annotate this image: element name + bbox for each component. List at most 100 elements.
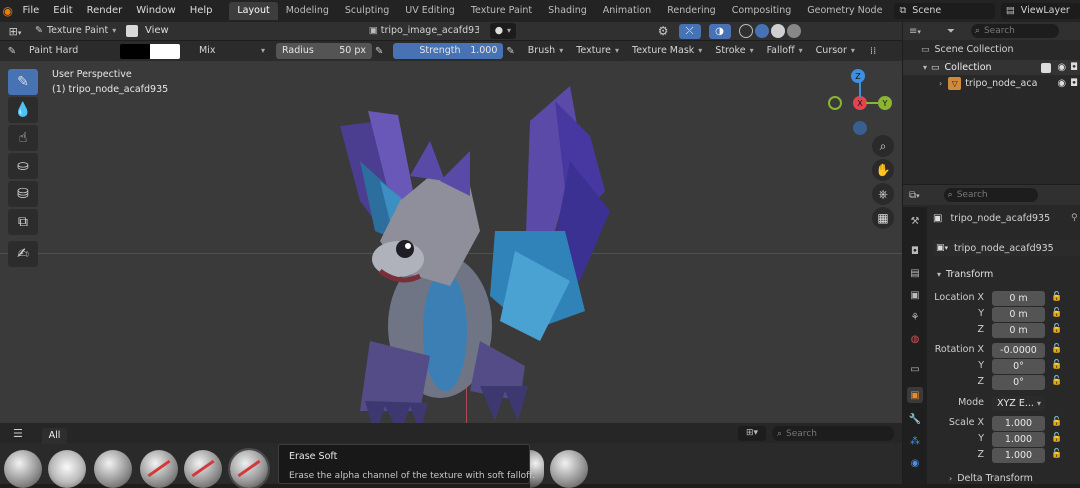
rotation-y-field[interactable]: 0° [992,359,1045,374]
camera-view-icon[interactable]: ⎈ [872,183,894,205]
xray-toggle-icon[interactable]: ⤬ [678,23,701,39]
view-layer-selector[interactable]: ▤ ViewLayer [1000,3,1080,19]
lock-icon[interactable]: 🔓 [1051,308,1062,318]
scene-selector[interactable]: ⧉ Scene [894,3,995,19]
menu-brush[interactable]: Brush ▾ [522,43,569,59]
tab-uv-editing[interactable]: UV Editing [397,2,463,20]
location-y-field[interactable]: 0 m [992,307,1045,322]
menu-window[interactable]: Window [129,0,182,22]
brush-selector[interactable]: Paint Hard [24,43,116,59]
material-shading-icon[interactable] [770,24,785,38]
erase-soft-brush[interactable] [228,448,270,488]
menu-falloff[interactable]: Falloff ▾ [761,43,808,59]
gizmo-z-axis[interactable]: Z [851,69,865,83]
soften-tool[interactable]: 💧 [8,97,38,123]
image-toggle-icon[interactable] [126,25,138,37]
scale-y-field[interactable]: 1.000 [992,432,1045,447]
outliner-row-scene-collection[interactable]: ▭ Scene Collection [921,44,1014,55]
erase-hard-pressure-brush[interactable] [184,450,222,488]
rotation-z-field[interactable]: 0° [992,375,1045,390]
view-options-icon[interactable]: ⚙ [658,24,669,38]
menu-render[interactable]: Render [80,0,130,22]
overlay-icon[interactable]: ◑ [708,23,731,39]
lock-icon[interactable]: 🔓 [1051,376,1062,386]
perspective-toggle-icon[interactable]: ▦ [872,207,894,229]
tab-texture-paint[interactable]: Texture Paint [463,2,540,20]
menu-view[interactable]: View [138,22,176,40]
lock-icon[interactable]: 🔓 [1051,344,1062,354]
tab-animation[interactable]: Animation [595,2,659,20]
brush-thumbnail-3[interactable] [94,450,132,488]
smear-tool[interactable]: ☝ [8,125,38,151]
outliner-search[interactable]: ⌕ Search [970,24,1059,38]
blender-logo-icon[interactable]: ◉ [0,4,16,18]
tab-sculpting[interactable]: Sculpting [337,2,397,20]
collapse-arrow-icon[interactable]: ▾ [923,63,927,72]
slot-selector[interactable]: ● ▾ [489,23,516,39]
lock-icon[interactable]: 🔓 [1051,449,1062,459]
delta-transform-header[interactable]: › Delta Transform [929,471,1080,485]
outliner-filter-icon[interactable]: ⏷ [947,26,955,37]
gizmo-y-axis[interactable]: Y [878,96,892,110]
exclude-checkbox-icon[interactable] [1041,62,1052,73]
brush-thumbnail-8[interactable] [550,450,588,488]
editor-type-icon[interactable]: ⊞▾ [0,25,30,38]
image-selector[interactable]: ▣ tripo_image_acafd935_0 [363,23,484,39]
visibility-eye-icon[interactable]: ◉ [1057,78,1066,89]
zoom-icon[interactable]: ⌕ [872,135,894,157]
menu-texture[interactable]: Texture ▾ [571,43,625,59]
lock-icon[interactable]: 🔓 [1051,433,1062,443]
rotation-x-field[interactable]: -0.0000 [992,343,1045,358]
menu-stroke[interactable]: Stroke ▾ [710,43,759,59]
menu-file[interactable]: File [16,0,47,22]
menu-help[interactable]: Help [183,0,220,22]
asset-search-input[interactable]: ⌕ Search [772,426,894,441]
brush-thumbnail-2[interactable] [48,450,86,488]
symmetry-icon[interactable]: ⁞⁞ [870,46,876,57]
tab-shading[interactable]: Shading [540,2,595,20]
wireframe-shading-icon[interactable] [738,24,753,38]
tab-modeling[interactable]: Modeling [278,2,337,20]
radius-pressure-icon[interactable]: ✎ [375,46,383,57]
menu-cursor[interactable]: Cursor ▾ [810,43,860,59]
rendered-shading-icon[interactable] [786,24,801,38]
erase-hard-brush[interactable] [140,450,178,488]
hamburger-menu-icon[interactable]: ☰ [13,427,23,440]
tab-geometry-nodes[interactable]: Geometry Node [799,2,890,20]
gizmo-neg-y-axis[interactable] [828,96,842,110]
lock-icon[interactable]: 🔓 [1051,292,1062,302]
brush-thumbnail-7[interactable] [530,450,544,488]
tab-layout[interactable]: Layout [229,2,278,20]
radius-slider[interactable]: Radius 50 px [276,43,372,59]
solid-shading-icon[interactable] [754,24,769,38]
color-primary-swatch[interactable] [120,43,150,59]
render-camera-icon[interactable]: ◘ [1070,78,1078,89]
3d-viewport[interactable]: ✎ 💧 ☝ ⛀ ⛁ ⧉ ✍ User Perspective (1) tripo… [0,61,902,441]
render-camera-icon[interactable]: ◘ [1070,62,1078,73]
strength-slider[interactable]: Strength 1.000 [393,43,504,59]
fill-tool[interactable]: ⛁ [8,181,38,207]
location-z-field[interactable]: 0 m [992,323,1045,338]
menu-edit[interactable]: Edit [46,0,79,22]
blend-mode-selector[interactable]: Mix ▾ [194,43,270,59]
outliner-row-object[interactable]: › ▽ tripo_node_aca ◉ ◘ [903,76,1080,91]
expand-arrow-icon[interactable]: › [939,79,942,88]
mode-selector[interactable]: ✎ Texture Paint ▾ [30,23,122,39]
tab-rendering[interactable]: Rendering [659,2,724,20]
gizmo-neg-z-axis[interactable] [853,121,867,135]
color-secondary-swatch[interactable] [150,43,180,59]
visibility-eye-icon[interactable]: ◉ [1057,62,1066,73]
scale-z-field[interactable]: 1.000 [992,448,1045,463]
menu-texture-mask[interactable]: Texture Mask ▾ [627,43,708,59]
draw-brush-tool[interactable]: ✎ [8,69,38,95]
rotation-mode-selector[interactable]: XYZ E... ▾ [992,396,1045,411]
clone-tool[interactable]: ⛀ [8,153,38,179]
mask-tool[interactable]: ⧉ [8,209,38,235]
lock-icon[interactable]: 🔓 [1051,360,1062,370]
lock-icon[interactable]: 🔓 [1051,324,1062,334]
axis-gizmo[interactable]: Z X Y [826,67,896,137]
location-x-field[interactable]: 0 m [992,291,1045,306]
gizmo-x-axis[interactable]: X [853,96,867,110]
brush-thumbnail-1[interactable] [4,450,42,488]
brush-settings-icon[interactable]: ✎ [0,46,24,57]
